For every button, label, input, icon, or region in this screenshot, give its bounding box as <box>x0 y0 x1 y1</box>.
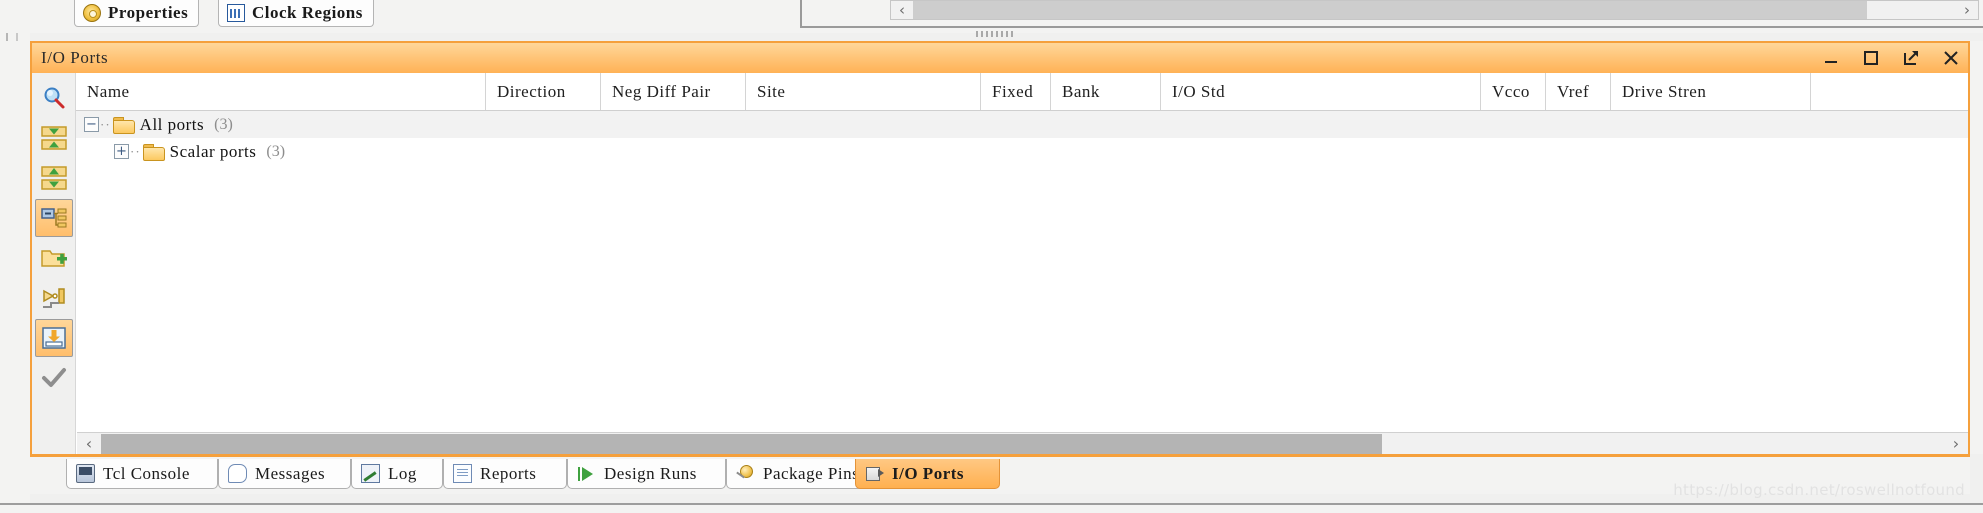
io-ports-toolbar <box>32 73 76 454</box>
upper-panel-remnant: ‹ › <box>800 0 1983 28</box>
tab-label: Log <box>388 463 417 483</box>
column-header-drive-stren[interactable]: Drive Stren <box>1611 73 1811 110</box>
folder-icon <box>142 144 165 161</box>
column-header-fixed[interactable]: Fixed <box>981 73 1051 110</box>
row-count: (3) <box>266 142 286 160</box>
scroll-thumb[interactable] <box>913 1 1868 19</box>
expand-all-icon[interactable] <box>35 159 73 197</box>
column-header-bank[interactable]: Bank <box>1051 73 1161 110</box>
import-icon[interactable] <box>34 319 73 357</box>
io-ports-hscrollbar[interactable]: ‹ › <box>77 432 1968 454</box>
tab-design-runs[interactable]: Design Runs <box>567 459 726 489</box>
window-left-edge <box>0 0 30 503</box>
report-icon <box>453 464 472 483</box>
folder-icon <box>112 117 135 134</box>
upper-panel-tabstrip: Properties Clock Regions ‹ › <box>0 0 1983 37</box>
tab-properties[interactable]: Properties <box>74 0 200 27</box>
upper-panel-hscrollbar[interactable]: ‹ › <box>890 0 1979 20</box>
tab-label: Design Runs <box>604 463 697 483</box>
tab-label: I/O Ports <box>892 463 965 483</box>
minimize-icon[interactable] <box>1822 49 1840 67</box>
console-icon <box>76 464 95 483</box>
message-icon <box>228 464 247 483</box>
check-icon[interactable] <box>35 359 73 397</box>
create-port-icon[interactable] <box>35 279 73 317</box>
gear-icon <box>83 4 101 22</box>
row-count: (3) <box>214 115 233 133</box>
tab-log[interactable]: Log <box>351 459 443 489</box>
io-ports-icon <box>865 464 884 483</box>
scroll-left-arrow[interactable]: ‹ <box>891 1 913 19</box>
tab-i-o-ports[interactable]: I/O Ports <box>855 459 1000 489</box>
tree-hierarchy-icon[interactable] <box>34 199 73 237</box>
panel-title: I/O Ports <box>41 48 109 67</box>
row-label: All ports <box>139 114 205 134</box>
package-pins-icon <box>736 464 755 483</box>
expand-icon[interactable]: + <box>114 144 129 159</box>
hscroll-track[interactable] <box>101 433 1944 454</box>
io-ports-table: Name Direction Neg Diff Pair Site Fixed Bank I… <box>76 73 1968 454</box>
tab-properties-label: Properties <box>108 3 189 22</box>
column-header-name[interactable]: Name <box>76 73 486 110</box>
collapse-icon[interactable]: − <box>84 117 99 132</box>
column-header-vref[interactable]: Vref <box>1546 73 1611 110</box>
row-label: Scalar ports <box>169 141 257 161</box>
log-icon <box>361 464 380 483</box>
tab-messages[interactable]: Messages <box>218 459 351 489</box>
panel-splitter-grip[interactable] <box>954 30 1034 38</box>
column-header-i-o-std[interactable]: I/O Std <box>1161 73 1481 110</box>
window-right-edge <box>1970 41 1983 454</box>
tab-label: Package Pins <box>763 463 860 483</box>
tab-label: Reports <box>480 463 537 483</box>
search-icon[interactable] <box>35 79 73 117</box>
io-ports-titlebar[interactable]: I/O Ports <box>32 43 1968 73</box>
tab-label: Messages <box>255 463 326 483</box>
tree-connector: ·· <box>130 143 141 159</box>
table-header-row: Name Direction Neg Diff Pair Site Fixed Bank I… <box>76 73 1968 111</box>
design-runs-icon <box>577 464 596 483</box>
tab-clock-regions-label: Clock Regions <box>252 3 363 22</box>
scroll-track[interactable] <box>913 1 1956 19</box>
io-ports-body: Name Direction Neg Diff Pair Site Fixed Bank I… <box>32 73 1968 454</box>
clock-region-icon <box>227 4 245 22</box>
column-header-vcco[interactable]: Vcco <box>1481 73 1546 110</box>
maximize-icon[interactable] <box>1862 49 1880 67</box>
column-header-site[interactable]: Site <box>746 73 981 110</box>
tab-tcl-console[interactable]: Tcl Console <box>66 459 218 489</box>
table-body: − ·· All ports (3) + ·· Scalar ports (3) <box>76 111 1968 432</box>
hscroll-right-arrow[interactable]: › <box>1944 434 1968 453</box>
window-controls <box>1822 43 1960 73</box>
tree-connector: ·· <box>100 116 111 132</box>
watermark-text: https://blog.csdn.net/roswellnotfound <box>1673 481 1965 499</box>
scroll-right-arrow[interactable]: › <box>1956 1 1978 19</box>
close-icon[interactable] <box>1942 49 1960 67</box>
table-row[interactable]: + ·· Scalar ports (3) <box>76 138 1968 165</box>
tab-label: Tcl Console <box>103 463 190 483</box>
window-bottom-edge <box>0 503 1983 513</box>
hscroll-left-arrow[interactable]: ‹ <box>77 434 101 453</box>
add-folder-icon[interactable] <box>35 239 73 277</box>
column-header-direction[interactable]: Direction <box>486 73 601 110</box>
table-row[interactable]: − ·· All ports (3) <box>76 111 1968 138</box>
tab-clock-regions[interactable]: Clock Regions <box>218 0 374 27</box>
io-ports-panel: I/O Ports Name Direction Neg Diff Pair S… <box>30 41 1970 454</box>
hscroll-thumb[interactable] <box>101 433 1382 454</box>
float-icon[interactable] <box>1902 49 1920 67</box>
column-header-neg-diff-pair[interactable]: Neg Diff Pair <box>601 73 746 110</box>
tab-reports[interactable]: Reports <box>443 459 567 489</box>
collapse-all-icon[interactable] <box>35 119 73 157</box>
